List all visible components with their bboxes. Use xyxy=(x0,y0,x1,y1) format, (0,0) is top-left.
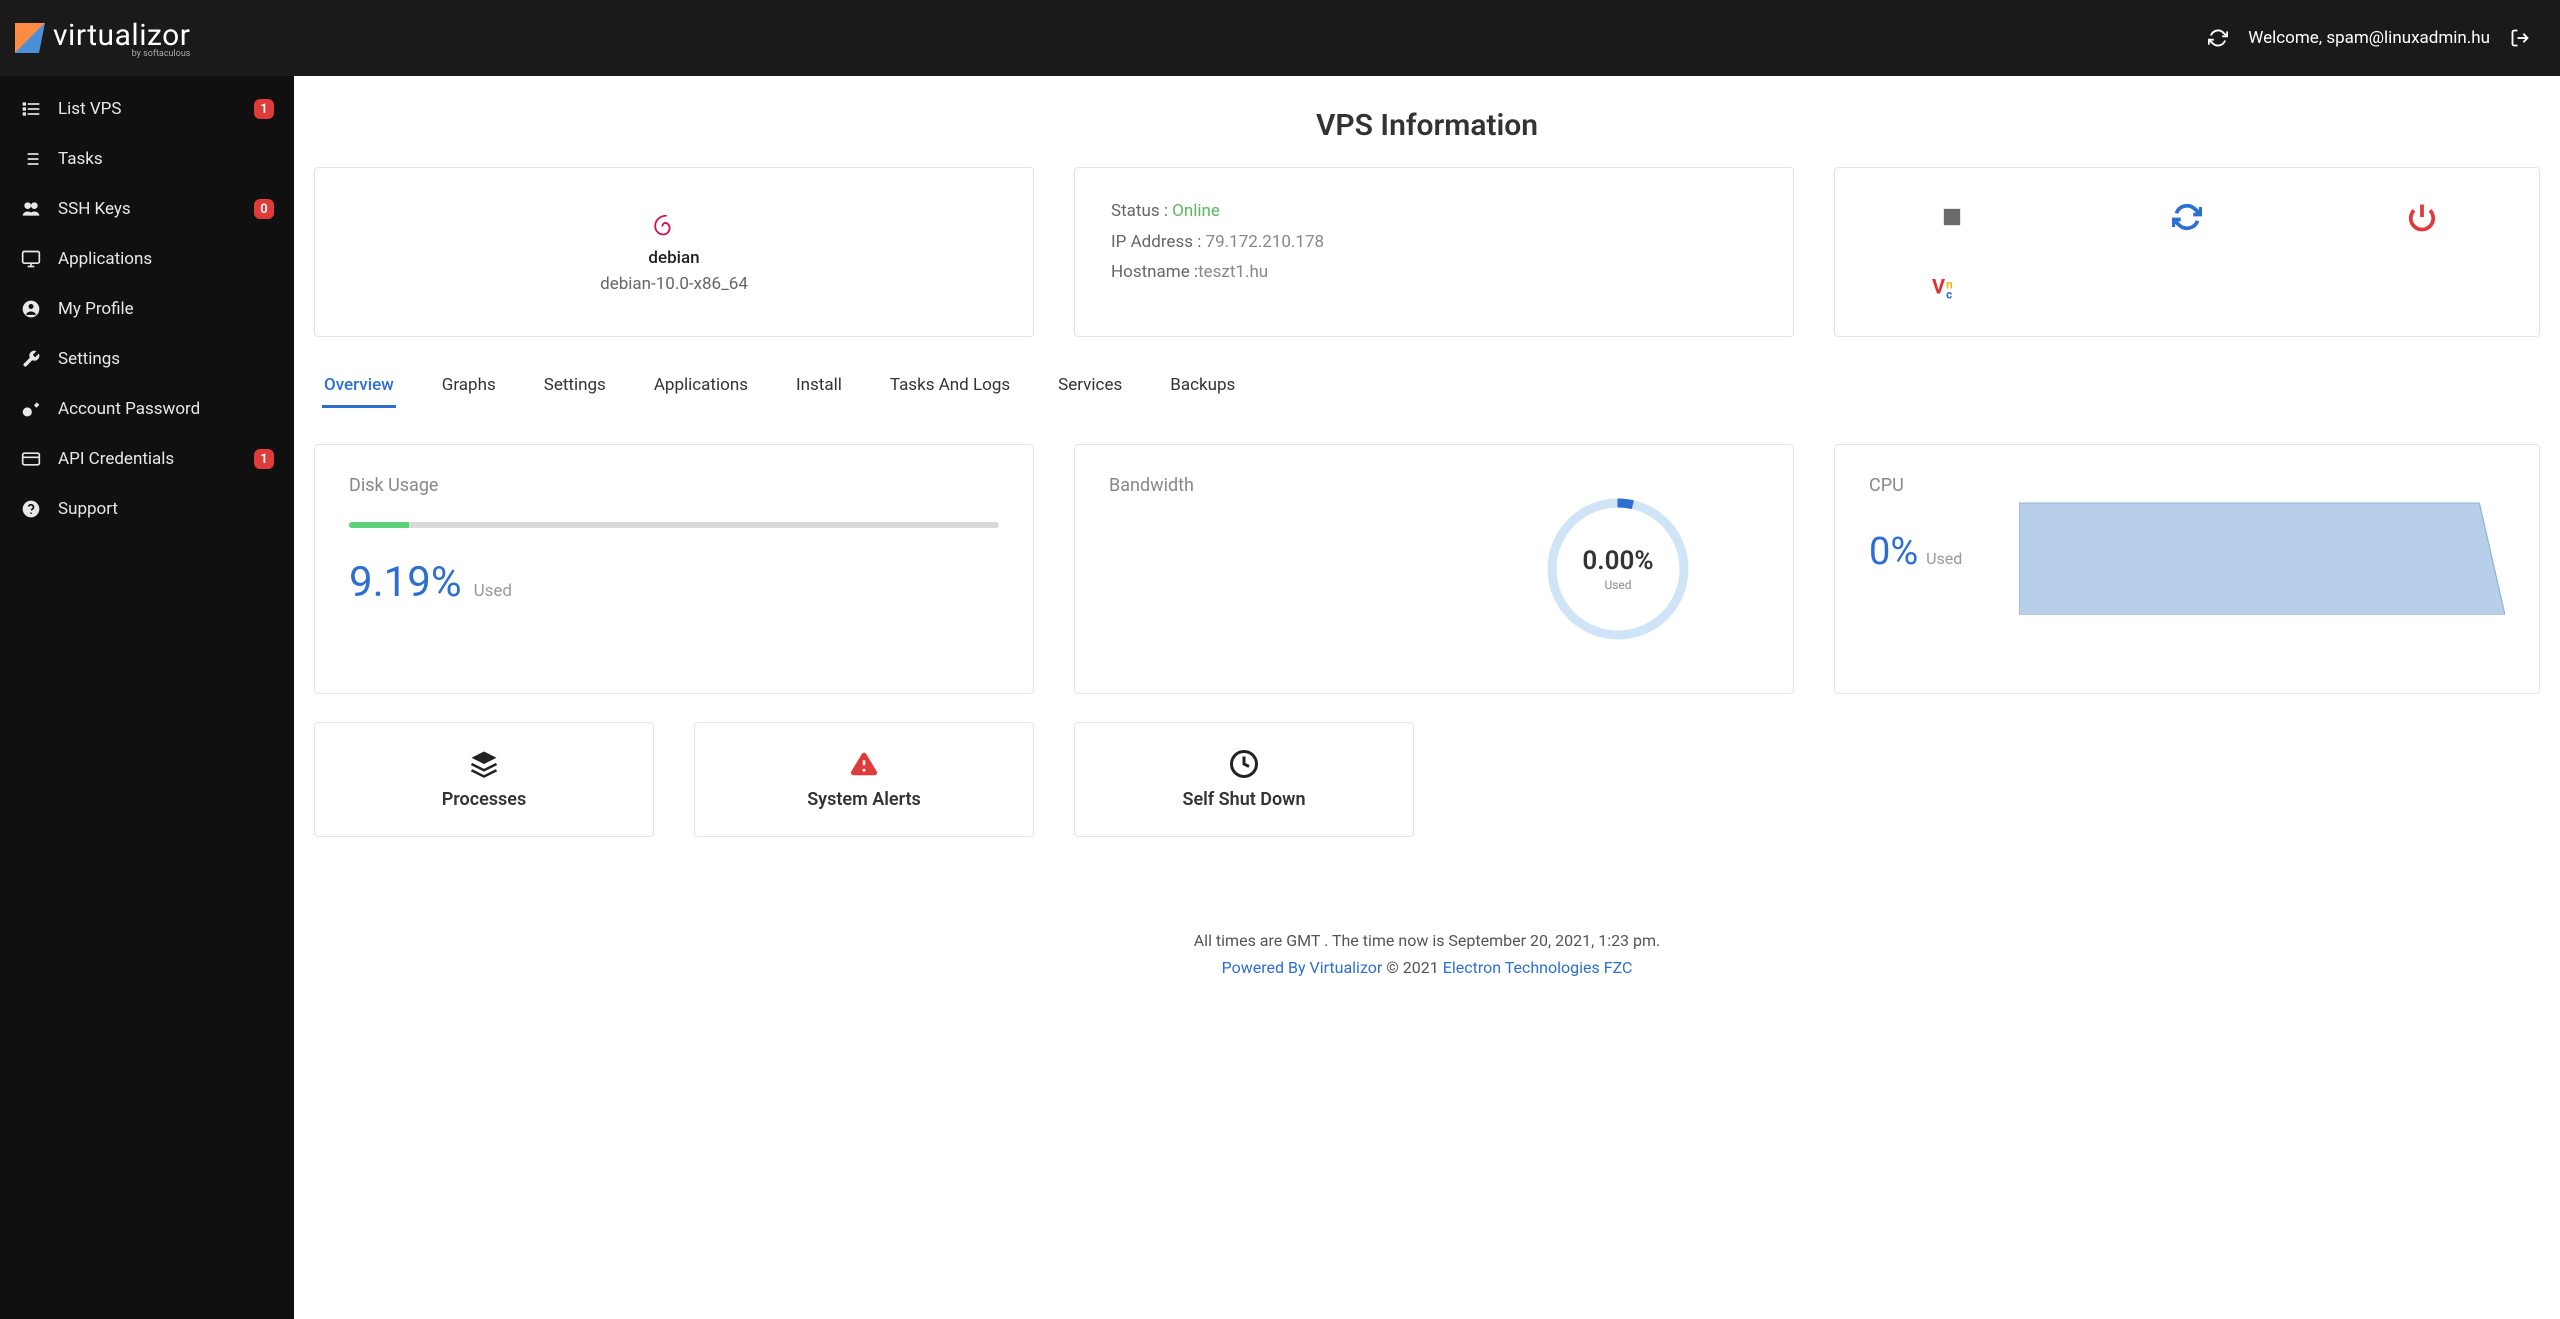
debian-logo: debian xyxy=(648,210,699,268)
sidebar-item-my-profile[interactable]: My Profile xyxy=(0,284,294,334)
badge: 1 xyxy=(254,99,274,119)
sidebar-item-api-credentials[interactable]: API Credentials 1 xyxy=(0,434,294,484)
monitor-icon xyxy=(20,248,42,270)
sidebar-item-account-password[interactable]: Account Password xyxy=(0,384,294,434)
sidebar: List VPS 1 Tasks SSH Keys 0 Applications xyxy=(0,76,294,1319)
badge: 0 xyxy=(254,199,274,219)
vps-actions-card: Vnc xyxy=(1834,167,2540,337)
ip-label: IP Address : xyxy=(1111,232,1206,252)
hostname-label: Hostname : xyxy=(1111,262,1198,282)
sidebar-item-label: List VPS xyxy=(58,99,121,119)
tab-backups[interactable]: Backups xyxy=(1168,365,1237,408)
bandwidth-used-label: Used xyxy=(1582,578,1653,592)
shutdown-label: Self Shut Down xyxy=(1182,789,1305,810)
stop-button[interactable] xyxy=(1932,197,1972,237)
tasks-icon xyxy=(20,148,42,170)
tab-services[interactable]: Services xyxy=(1056,365,1124,408)
welcome-text: Welcome, spam@linuxadmin.hu xyxy=(2248,28,2490,48)
tab-overview[interactable]: Overview xyxy=(322,365,396,408)
status-value: Online xyxy=(1172,201,1220,221)
api-icon xyxy=(20,448,42,470)
cpu-card: CPU 0% Used xyxy=(1834,444,2540,694)
status-card: Status : Online IP Address : 79.172.210.… xyxy=(1074,167,1794,337)
bandwidth-card: Bandwidth 0.00% Used xyxy=(1074,444,1794,694)
brand-icon xyxy=(15,23,45,53)
sidebar-item-applications[interactable]: Applications xyxy=(0,234,294,284)
disk-progress-fill xyxy=(349,522,409,528)
svg-text:c: c xyxy=(1946,288,1952,300)
tab-settings[interactable]: Settings xyxy=(542,365,608,408)
disk-percent: 9.19% xyxy=(349,558,462,607)
hostname-value: teszt1.hu xyxy=(1198,262,1268,282)
tab-graphs[interactable]: Graphs xyxy=(440,365,498,408)
status-label: Status : xyxy=(1111,201,1172,221)
sidebar-item-label: My Profile xyxy=(58,299,134,319)
system-alerts-button[interactable]: System Alerts xyxy=(694,722,1034,837)
sidebar-item-label: Applications xyxy=(58,249,152,269)
topbar: virtualizor by softaculous Welcome, spam… xyxy=(0,0,2560,76)
disk-progress-bar xyxy=(349,522,999,528)
tab-bar: Overview Graphs Settings Applications In… xyxy=(322,365,2540,408)
brand-name: virtualizor xyxy=(53,18,190,53)
user-icon xyxy=(20,298,42,320)
ip-value: 79.172.210.178 xyxy=(1206,232,1325,252)
logout-icon[interactable] xyxy=(2510,28,2530,48)
bandwidth-title: Bandwidth xyxy=(1109,475,1759,496)
restart-button[interactable] xyxy=(2167,197,2207,237)
clock-icon xyxy=(1229,749,1259,779)
self-shutdown-button[interactable]: Self Shut Down xyxy=(1074,722,1414,837)
sidebar-item-label: Settings xyxy=(58,349,120,369)
sidebar-item-settings[interactable]: Settings xyxy=(0,334,294,384)
alert-icon xyxy=(849,749,879,779)
sidebar-item-label: SSH Keys xyxy=(58,199,131,219)
vnc-button[interactable]: Vnc xyxy=(1932,267,1972,307)
sidebar-item-label: Support xyxy=(58,499,118,519)
bandwidth-percent: 0.00% xyxy=(1582,546,1653,576)
brand-logo[interactable]: virtualizor by softaculous xyxy=(15,18,190,59)
refresh-icon[interactable] xyxy=(2208,28,2228,48)
sidebar-item-label: Tasks xyxy=(58,149,103,169)
sidebar-item-label: Account Password xyxy=(58,399,200,419)
footer: All times are GMT . The time now is Sept… xyxy=(314,927,2540,981)
powered-by-link[interactable]: Powered By Virtualizor xyxy=(1222,958,1383,977)
processes-label: Processes xyxy=(442,789,527,810)
footer-time: All times are GMT . The time now is Sept… xyxy=(314,927,2540,954)
key-icon xyxy=(20,398,42,420)
disk-used-label: Used xyxy=(474,581,512,601)
sidebar-item-ssh-keys[interactable]: SSH Keys 0 xyxy=(0,184,294,234)
help-icon xyxy=(20,498,42,520)
cpu-used-label: Used xyxy=(1926,549,1962,568)
processes-button[interactable]: Processes xyxy=(314,722,654,837)
sidebar-item-tasks[interactable]: Tasks xyxy=(0,134,294,184)
disk-title: Disk Usage xyxy=(349,475,999,496)
layers-icon xyxy=(469,749,499,779)
os-name: debian-10.0-x86_64 xyxy=(600,274,748,294)
tab-tasks-logs[interactable]: Tasks And Logs xyxy=(888,365,1012,408)
os-card: debian debian-10.0-x86_64 xyxy=(314,167,1034,337)
svg-text:V: V xyxy=(1932,275,1946,299)
tab-applications[interactable]: Applications xyxy=(652,365,750,408)
bandwidth-gauge: 0.00% Used xyxy=(1543,494,1693,644)
footer-copyright: © 2021 xyxy=(1382,958,1442,977)
sidebar-item-list-vps[interactable]: List VPS 1 xyxy=(0,84,294,134)
power-button[interactable] xyxy=(2402,197,2442,237)
page-title: VPS Information xyxy=(314,108,2540,143)
alerts-label: System Alerts xyxy=(807,789,921,810)
tab-install[interactable]: Install xyxy=(794,365,844,408)
cpu-title: CPU xyxy=(1869,475,1989,496)
list-icon xyxy=(20,98,42,120)
main-content: VPS Information debian debian-10.0-x86_6… xyxy=(294,76,2560,1319)
disk-usage-card: Disk Usage 9.19% Used xyxy=(314,444,1034,694)
os-distro: debian xyxy=(648,248,699,268)
debian-swirl-icon xyxy=(648,210,684,246)
badge: 1 xyxy=(254,449,274,469)
cpu-chart xyxy=(2019,475,2505,615)
cpu-percent: 0% xyxy=(1869,530,1918,574)
sidebar-item-label: API Credentials xyxy=(58,449,174,469)
sidebar-item-support[interactable]: Support xyxy=(0,484,294,534)
wrench-icon xyxy=(20,348,42,370)
company-link[interactable]: Electron Technologies FZC xyxy=(1443,958,1633,977)
ssh-icon xyxy=(20,198,42,220)
